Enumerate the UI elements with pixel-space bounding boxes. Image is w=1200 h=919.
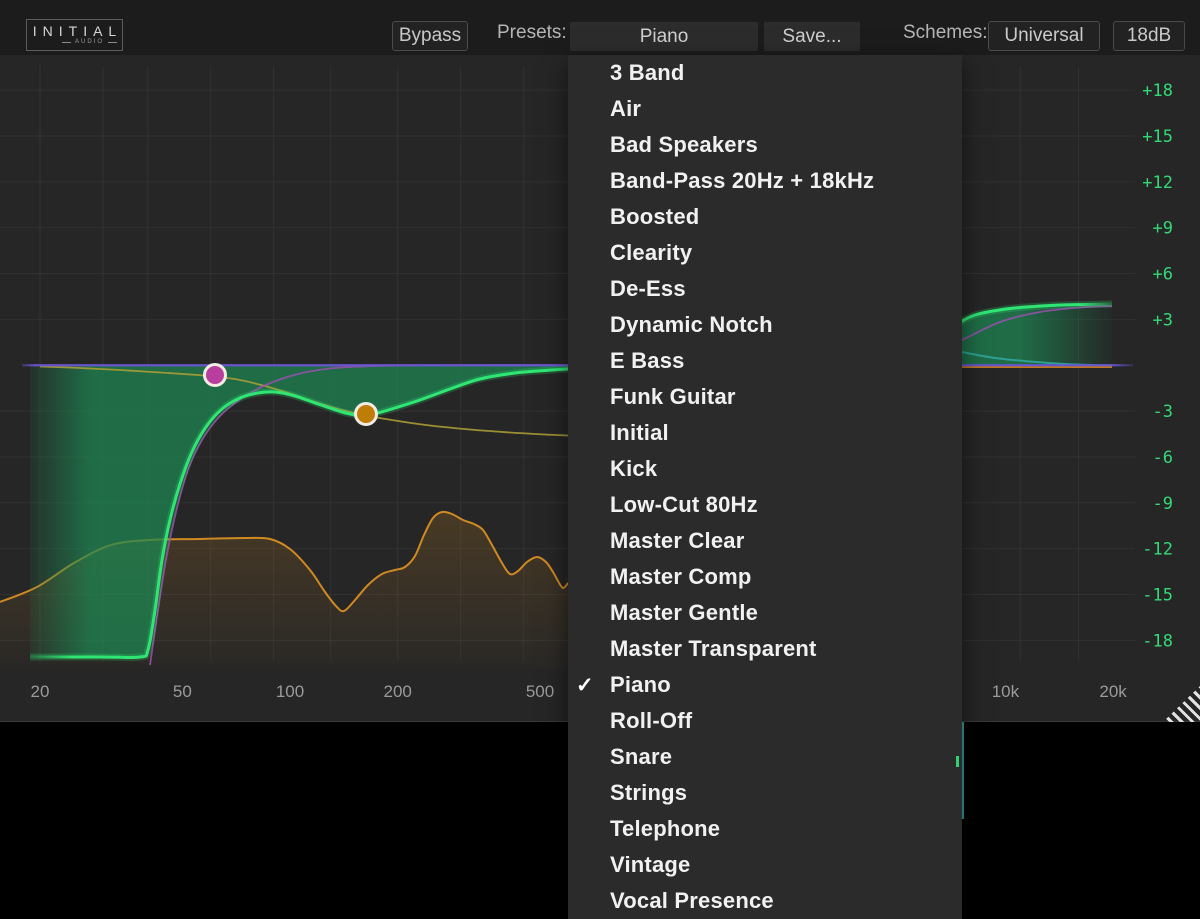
- preset-menu-item[interactable]: De-Ess: [568, 271, 962, 307]
- save-button[interactable]: Save...: [764, 22, 860, 51]
- preset-menu-item-label: Telephone: [610, 816, 720, 842]
- db-axis-label: -9: [1153, 494, 1173, 514]
- logo-dash-right: [108, 42, 117, 43]
- preset-menu-item[interactable]: Clearity: [568, 235, 962, 271]
- preset-menu-item-label: Bad Speakers: [610, 132, 758, 158]
- top-toolbar: INITIAL AUDIO Bypass Presets: Piano Save…: [0, 0, 1200, 55]
- preset-menu-item[interactable]: Strings: [568, 775, 962, 811]
- db-axis-label: +12: [1142, 173, 1173, 193]
- freq-axis-label: 20k: [1099, 682, 1127, 701]
- preset-menu-item[interactable]: Master Transparent: [568, 631, 962, 667]
- preset-menu-item-label: Roll-Off: [610, 708, 692, 734]
- freq-axis-label: 200: [384, 682, 412, 701]
- check-icon: ✓: [568, 673, 610, 698]
- preset-menu-item-label: Master Transparent: [610, 636, 817, 662]
- preset-menu-item-label: Kick: [610, 456, 657, 482]
- preset-menu-item[interactable]: E Bass: [568, 343, 962, 379]
- db-axis-label: -15: [1142, 585, 1173, 605]
- menu-edge-artifact-green: [956, 756, 959, 767]
- headroom-button[interactable]: 18dB: [1113, 21, 1185, 51]
- preset-menu-item[interactable]: Low-Cut 80Hz: [568, 487, 962, 523]
- freq-axis-label: 20: [31, 682, 50, 701]
- preset-menu-item[interactable]: Band-Pass 20Hz + 18kHz: [568, 163, 962, 199]
- presets-label: Presets:: [497, 22, 567, 44]
- preset-menu-item[interactable]: Vocal Presence: [568, 883, 962, 919]
- preset-menu-item-label: Vocal Presence: [610, 888, 774, 914]
- schemes-label: Schemes:: [903, 22, 987, 44]
- db-axis-label: +9: [1153, 219, 1173, 239]
- logo-dash-left: [62, 42, 71, 43]
- eq-band-handle-magenta[interactable]: [205, 365, 226, 386]
- db-axis-label: -6: [1153, 448, 1173, 468]
- preset-menu-item-label: Funk Guitar: [610, 384, 736, 410]
- db-axis-label: -18: [1142, 631, 1173, 651]
- preset-menu-item[interactable]: Boosted: [568, 199, 962, 235]
- preset-menu-item-label: 3 Band: [610, 60, 685, 86]
- db-axis-label: +3: [1153, 310, 1173, 330]
- freq-axis-label: 10k: [992, 682, 1020, 701]
- brand-logo-subtitle: AUDIO: [62, 39, 117, 46]
- preset-menu-item-label: Band-Pass 20Hz + 18kHz: [610, 168, 874, 194]
- preset-dropdown[interactable]: Piano: [570, 22, 758, 51]
- db-axis-label: -12: [1142, 540, 1173, 560]
- preset-menu-item[interactable]: Bad Speakers: [568, 127, 962, 163]
- menu-edge-artifact: [962, 722, 964, 819]
- preset-menu-item[interactable]: Telephone: [568, 811, 962, 847]
- db-axis-label: +6: [1153, 265, 1173, 285]
- brand-logo: INITIAL AUDIO: [26, 19, 123, 51]
- preset-menu-item-label: Strings: [610, 780, 687, 806]
- preset-menu: 3 Band Air Bad Speakers Band-Pass 20Hz + 18…: [568, 55, 962, 919]
- preset-menu-item-label: Vintage: [610, 852, 690, 878]
- preset-menu-item[interactable]: Master Gentle: [568, 595, 962, 631]
- preset-menu-item-label: Master Comp: [610, 564, 752, 590]
- preset-menu-item-label: Initial: [610, 420, 669, 446]
- preset-menu-item[interactable]: Air: [568, 91, 962, 127]
- preset-menu-item-label: Master Gentle: [610, 600, 758, 626]
- preset-menu-item[interactable]: Funk Guitar: [568, 379, 962, 415]
- freq-axis-label: 100: [276, 682, 304, 701]
- preset-menu-item-label: Air: [610, 96, 641, 122]
- preset-menu-item[interactable]: Kick: [568, 451, 962, 487]
- preset-menu-item-label: Dynamic Notch: [610, 312, 773, 338]
- db-axis-label: -3: [1153, 402, 1173, 422]
- preset-menu-item-label: Clearity: [610, 240, 692, 266]
- preset-menu-item-label: Low-Cut 80Hz: [610, 492, 758, 518]
- preset-menu-item-label: De-Ess: [610, 276, 686, 302]
- preset-menu-item[interactable]: Master Comp: [568, 559, 962, 595]
- preset-menu-item-label: Snare: [610, 744, 672, 770]
- preset-menu-item[interactable]: Master Clear: [568, 523, 962, 559]
- preset-menu-item[interactable]: Snare: [568, 739, 962, 775]
- screen: +18 +15 +12 +9 +6 +3 -3 -6 -9 -12 -15 -18 20 50 100 200…: [0, 0, 1200, 919]
- freq-axis-label: 500: [526, 682, 554, 701]
- preset-menu-item[interactable]: Initial: [568, 415, 962, 451]
- brand-logo-title: INITIAL: [27, 24, 122, 38]
- brand-logo-subtitle-text: AUDIO: [75, 39, 104, 46]
- freq-axis-label: 50: [173, 682, 192, 701]
- preset-menu-item[interactable]: Dynamic Notch: [568, 307, 962, 343]
- preset-menu-item-label: Piano: [610, 672, 671, 698]
- preset-menu-item[interactable]: Vintage: [568, 847, 962, 883]
- db-axis-label: +15: [1142, 127, 1173, 147]
- preset-menu-item-label: E Bass: [610, 348, 685, 374]
- eq-band-handle-orange[interactable]: [356, 404, 377, 425]
- preset-menu-item-label: Boosted: [610, 204, 699, 230]
- db-axis-label: +18: [1142, 81, 1173, 101]
- preset-menu-item[interactable]: Roll-Off: [568, 703, 962, 739]
- preset-menu-item[interactable]: ✓Piano: [568, 667, 962, 703]
- scheme-button[interactable]: Universal: [988, 21, 1100, 51]
- preset-menu-item[interactable]: 3 Band: [568, 55, 962, 91]
- bypass-button[interactable]: Bypass: [392, 21, 468, 51]
- preset-menu-item-label: Master Clear: [610, 528, 744, 554]
